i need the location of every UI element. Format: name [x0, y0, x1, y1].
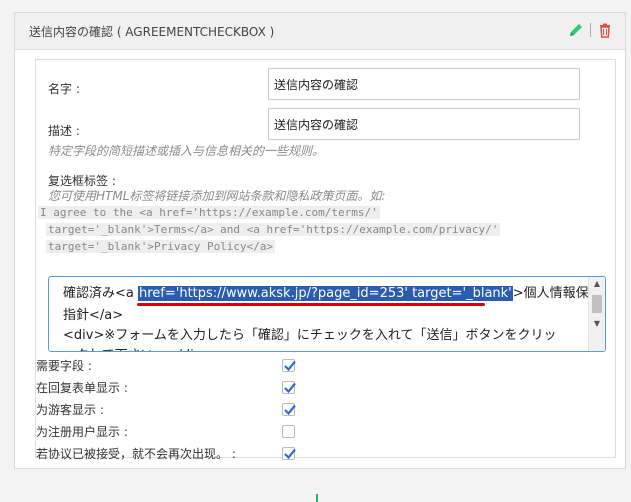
description-label: 描述 : — [48, 124, 80, 138]
check-icon — [284, 448, 296, 460]
code-example-line-1: I agree to the <a href='https://example.… — [38, 206, 380, 219]
scroll-thumb[interactable] — [592, 295, 602, 313]
bottom-marker — [316, 494, 318, 502]
checkbox-label-help: 您可使用HTML标签将链接添加到网站条款和隐私政策页面。如: — [48, 189, 386, 203]
name-label: 名字 : — [48, 82, 80, 96]
code-example-line-3: target='_blank'>Privacy Policy</a> — [46, 240, 276, 253]
field-settings: 名字 : 送信内容の確認 描述 : 送信内容の確認 特定字段的简短描述或插入与信… — [35, 59, 616, 461]
option-checkbox[interactable] — [282, 381, 296, 394]
option-label: 在回复表单显示 : — [36, 381, 128, 395]
option-checkbox[interactable] — [282, 403, 296, 416]
name-input[interactable]: 送信内容の確認 — [268, 68, 580, 100]
description-input[interactable]: 送信内容の確認 — [268, 108, 580, 140]
option-checkbox[interactable] — [282, 425, 295, 438]
option-label: 为注册用户显示 : — [36, 425, 128, 439]
textarea-line-1: 確認済み<a href='https://www.aksk.jp/?page_i… — [63, 282, 602, 301]
option-checkbox[interactable] — [282, 359, 296, 372]
scroll-down-icon[interactable]: ▼ — [592, 319, 602, 329]
trash-icon[interactable] — [597, 22, 613, 38]
textarea-line-3: <div>※フォームを入力したら「確認」にチェックを入れて「送信」ボタンをクリッ — [63, 328, 557, 343]
check-icon — [284, 382, 296, 394]
option-checkbox[interactable] — [282, 447, 296, 460]
panel-header: 送信内容の確認 ( AGREEMENTCHECKBOX ) — [15, 13, 625, 50]
textarea-line-2: 指針</a> — [63, 308, 124, 323]
code-example-line-2: target='_blank'>Terms</a> and <a href='h… — [46, 223, 501, 236]
check-icon — [284, 360, 296, 372]
checkbox-label-textarea[interactable]: 確認済み<a href='https://www.aksk.jp/?page_i… — [48, 276, 606, 352]
option-label: 若协议已被接受，就不会再次出现。 : — [36, 447, 236, 461]
header-actions — [568, 22, 613, 38]
red-underline-annotation — [137, 303, 485, 306]
textarea-text-before: 確認済み<a — [63, 286, 138, 301]
panel-title: 送信内容の確認 ( AGREEMENTCHECKBOX ) — [29, 25, 275, 39]
option-label: 需要字段 : — [36, 359, 92, 373]
description-help: 特定字段的简短描述或插入与信息相关的一些规则。 — [48, 144, 325, 158]
textarea-line-4: ックして下さい。</div> — [63, 344, 212, 351]
scroll-up-icon[interactable]: ▲ — [592, 279, 602, 289]
selected-text: href='https://www.aksk.jp/?page_id=253' … — [138, 286, 513, 301]
pencil-icon[interactable] — [568, 22, 584, 38]
check-icon — [284, 404, 296, 416]
field-panel: 送信内容の確認 ( AGREEMENTCHECKBOX ) 名字: 送信内容の… — [14, 12, 626, 469]
option-label: 为游客显示 : — [36, 403, 104, 417]
action-separator — [590, 23, 591, 37]
textarea-scrollbar[interactable]: ▲ ▼ — [588, 277, 605, 351]
